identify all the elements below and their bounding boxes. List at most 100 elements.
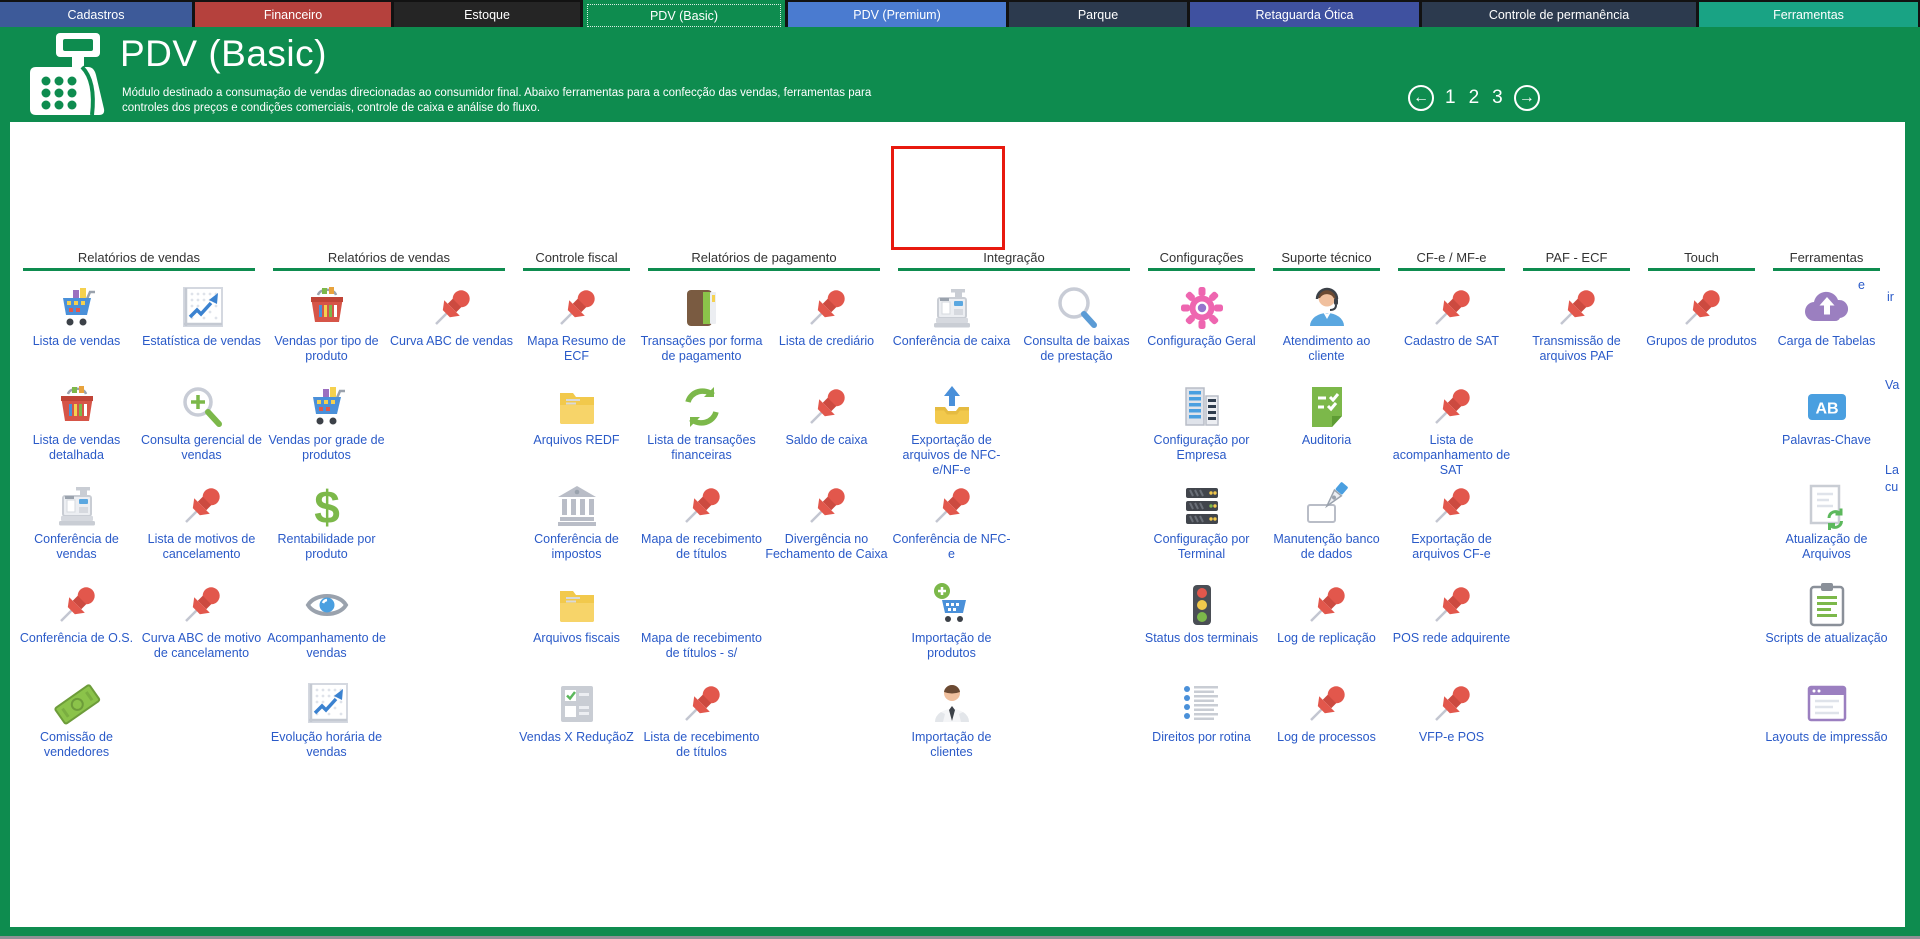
grid-item-empty	[764, 574, 889, 673]
grid-item-lista-de-vendas[interactable]: Lista de vendas	[14, 277, 139, 376]
grid-item-mapa-resumo-de-ecf[interactable]: Mapa Resumo de ECF	[514, 277, 639, 376]
cart-icon	[53, 284, 101, 332]
servers-icon	[1178, 482, 1226, 530]
grid-item-conferencia-de-o-s[interactable]: Conferência de O.S.	[14, 574, 139, 673]
grid-item-pos-rede-adquirente[interactable]: POS rede adquirente	[1389, 574, 1514, 673]
grid-item-saldo-de-caixa[interactable]: Saldo de caixa	[764, 376, 889, 475]
grid-item-log-de-processos[interactable]: Log de processos	[1264, 673, 1389, 772]
grid-item-label: Curva ABC de motivo de cancelamento	[139, 631, 264, 661]
grid-item-comissao-de-vendedores[interactable]: Comissão de vendedores	[14, 673, 139, 772]
pushpin-icon	[1428, 482, 1476, 530]
grid-item-importacao-de-produtos[interactable]: Importação de produtos	[889, 574, 1014, 673]
grid-item-arquivos-redf[interactable]: Arquivos REDF	[514, 376, 639, 475]
grid-item-scripts-de-atualizacao[interactable]: Scripts de atualização	[1764, 574, 1889, 673]
tab-pdv-premium[interactable]: PDV (Premium)	[788, 2, 1006, 27]
grid-item-lista-de-crediario[interactable]: Lista de crediário	[764, 277, 889, 376]
page-number-2[interactable]: 2	[1467, 87, 1482, 109]
folder-icon	[553, 581, 601, 629]
grid-item-grupos-de-produtos[interactable]: Grupos de produtos	[1639, 277, 1764, 376]
grid-item-exportacao-de-arquivos-de-nfc-e-nf-e[interactable]: Exportação de arquivos de NFC-e/NF-e	[889, 376, 1014, 475]
grid-item-vendas-por-grade-de-produtos[interactable]: Vendas por grade de produtos	[264, 376, 389, 475]
tab-financeiro[interactable]: Financeiro	[195, 2, 391, 27]
cartplus-icon	[928, 581, 976, 629]
grid-item-rentabilidade-por-produto[interactable]: $Rentabilidade por produto	[264, 475, 389, 574]
group-underline	[1648, 268, 1755, 271]
group-header: Touch	[1639, 249, 1764, 268]
grid-item-conferencia-de-impostos[interactable]: Conferência de impostos	[514, 475, 639, 574]
grid-item-manutencao-banco-de-dados[interactable]: Manutenção banco de dados	[1264, 475, 1389, 574]
grid-item-empty	[1639, 376, 1764, 475]
grid-item-status-dos-terminais[interactable]: Status dos terminais	[1139, 574, 1264, 673]
tab-cadastros[interactable]: Cadastros	[0, 2, 192, 27]
grid-item-label: Manutenção banco de dados	[1264, 532, 1389, 562]
grid-item-divergencia-no-fechamento-de-caixa[interactable]: Divergência no Fechamento de Caixa	[764, 475, 889, 574]
svg-text:AB: AB	[1815, 401, 1838, 418]
grid-item-lista-de-transacoes-financeiras[interactable]: Lista de transações financeiras	[639, 376, 764, 475]
grid-item-vfp-e-pos[interactable]: VFP-e POS	[1389, 673, 1514, 772]
grid-item-log-de-replicacao[interactable]: Log de replicação	[1264, 574, 1389, 673]
tab-estoque[interactable]: Estoque	[394, 2, 580, 27]
grid-item-carga-de-tabelas[interactable]: Carga de Tabelas	[1764, 277, 1889, 376]
grid-item-label: Carga de Tabelas	[1777, 334, 1877, 349]
grid-item-configuracao-por-empresa[interactable]: Configuração por Empresa	[1139, 376, 1264, 475]
grid-item-direitos-por-rotina[interactable]: Direitos por rotina	[1139, 673, 1264, 772]
prev-page-button[interactable]: ←	[1408, 85, 1434, 111]
grid-item-conferencia-de-vendas[interactable]: Conferência de vendas	[14, 475, 139, 574]
grid-item-atualizacao-de-arquivos[interactable]: Atualização de Arquivos	[1764, 475, 1889, 574]
grid-item-configuracao-geral[interactable]: Configuração Geral	[1139, 277, 1264, 376]
grid-item-auditoria[interactable]: Auditoria	[1264, 376, 1389, 475]
grid-item-exportacao-de-arquivos-cf-e[interactable]: Exportação de arquivos CF-e	[1389, 475, 1514, 574]
grid-item-curva-abc-de-vendas[interactable]: Curva ABC de vendas	[389, 277, 514, 376]
page-number-1[interactable]: 1	[1443, 87, 1458, 109]
tab-controle-de-permanencia[interactable]: Controle de permanência	[1422, 2, 1696, 27]
grid-item-label: Conferência de O.S.	[19, 631, 134, 646]
grid-item-atendimento-ao-cliente[interactable]: Atendimento ao cliente	[1264, 277, 1389, 376]
grid-item-consulta-de-baixas-de-prestacao[interactable]: Consulta de baixas de prestação	[1014, 277, 1139, 376]
grid-item-consulta-gerencial-de-vendas[interactable]: Consulta gerencial de vendas	[139, 376, 264, 475]
grid-item-arquivos-fiscais[interactable]: Arquivos fiscais	[514, 574, 639, 673]
grid-item-label: Atendimento ao cliente	[1264, 334, 1389, 364]
grid-item-lista-de-acompanhamento-de-sat[interactable]: Lista de acompanhamento de SAT	[1389, 376, 1514, 475]
grid-item-layouts-de-impressao[interactable]: Layouts de impressão	[1764, 673, 1889, 772]
grid-item-mapa-de-recebimento-de-titulos-s[interactable]: Mapa de recebimento de títulos - s/	[639, 574, 764, 673]
tab-retaguarda-otica[interactable]: Retaguarda Ótica	[1190, 2, 1419, 27]
grid-item-evolucao-horaria-de-vendas[interactable]: Evolução horária de vendas	[264, 673, 389, 772]
pendoc-icon	[1303, 482, 1351, 530]
grid-item-transacoes-por-forma-de-pagamento[interactable]: Transações por forma de pagamento	[639, 277, 764, 376]
tab-parque[interactable]: Parque	[1009, 2, 1187, 27]
pushpin-icon	[1428, 284, 1476, 332]
grid-item-acompanhamento-de-vendas[interactable]: Acompanhamento de vendas	[264, 574, 389, 673]
group-underline	[648, 268, 880, 271]
group-relatorios-de-vendas: Relatórios de vendasLista de vendasLista…	[14, 249, 264, 772]
grid-item-mapa-de-recebimento-de-titulos[interactable]: Mapa de recebimento de títulos	[639, 475, 764, 574]
grid-item-label: Configuração por Empresa	[1139, 433, 1264, 463]
module-description: Módulo destinado a consumação de vendas …	[122, 86, 897, 116]
grid-item-conferencia-de-nfc-e[interactable]: Conferência de NFC-e	[889, 475, 1014, 574]
tab-pdv-basic[interactable]: PDV (Basic)	[583, 0, 785, 31]
tab-ferramentas[interactable]: Ferramentas	[1699, 2, 1918, 27]
grid-item-transmissao-de-arquivos-paf[interactable]: Transmissão de arquivos PAF	[1514, 277, 1639, 376]
grid-item-palavras-chave[interactable]: ABPalavras-Chave	[1764, 376, 1889, 475]
grid-item-conferencia-de-caixa[interactable]: Conferência de caixa	[889, 277, 1014, 376]
grid-item-label: Lista de acompanhamento de SAT	[1389, 433, 1514, 477]
next-page-button[interactable]: →	[1514, 85, 1540, 111]
grid-item-lista-de-recebimento-de-titulos[interactable]: Lista de recebimento de títulos	[639, 673, 764, 772]
grid-item-label: Transações por forma de pagamento	[639, 334, 764, 364]
register-icon	[53, 482, 101, 530]
grid-item-configuracao-por-terminal[interactable]: Configuração por Terminal	[1139, 475, 1264, 574]
grid-item-vendas-x-reducaoz[interactable]: Vendas X ReduçãoZ	[514, 673, 639, 772]
tab-bar: CadastrosFinanceiroEstoquePDV (Basic)PDV…	[0, 0, 1920, 27]
grid-item-lista-de-vendas-detalhada[interactable]: Lista de vendas detalhada	[14, 376, 139, 475]
grid-item-label: Transmissão de arquivos PAF	[1514, 334, 1639, 364]
grid-item-cadastro-de-sat[interactable]: Cadastro de SAT	[1389, 277, 1514, 376]
grid-item-curva-abc-de-motivo-de-cancelamento[interactable]: Curva ABC de motivo de cancelamento	[139, 574, 264, 673]
grid-item-vendas-por-tipo-de-produto[interactable]: Vendas por tipo de produto	[264, 277, 389, 376]
pushpin-icon	[803, 383, 851, 431]
page-number-3[interactable]: 3	[1490, 87, 1505, 109]
group-underline	[1773, 268, 1880, 271]
grid-item-label: Saldo de caixa	[784, 433, 868, 448]
grid-item-lista-de-motivos-de-cancelamento[interactable]: Lista de motivos de cancelamento	[139, 475, 264, 574]
grid-item-empty	[389, 475, 514, 574]
grid-item-estatistica-de-vendas[interactable]: Estatística de vendas	[139, 277, 264, 376]
grid-item-importacao-de-clientes[interactable]: Importação de clientes	[889, 673, 1014, 772]
